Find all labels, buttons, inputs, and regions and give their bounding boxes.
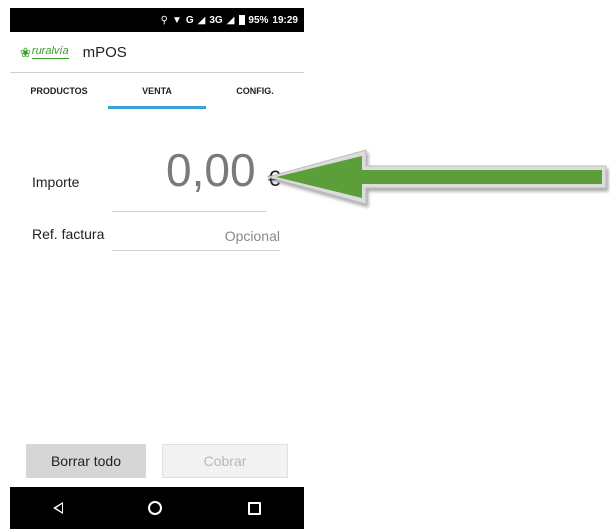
tab-productos[interactable]: PRODUCTOS <box>10 73 108 109</box>
tab-config[interactable]: CONFIG. <box>206 73 304 109</box>
recent-apps-icon[interactable] <box>248 501 262 515</box>
pointer-arrow-icon <box>266 149 607 205</box>
logo-text: ruralvía <box>31 45 69 59</box>
tab-label: PRODUCTOS <box>30 86 88 96</box>
network-label: G <box>185 14 194 26</box>
app-title: mPOS <box>82 43 127 61</box>
amount-value[interactable]: 0,00 <box>166 143 256 197</box>
signal-icon: ◢ <box>197 14 206 26</box>
battery-icon <box>239 15 246 25</box>
home-icon[interactable] <box>148 501 163 515</box>
app-bar: ❀ ruralvía mPOS <box>10 32 304 72</box>
amount-label: Importe <box>32 174 80 190</box>
clear-all-button[interactable]: Borrar todo <box>26 444 146 478</box>
active-tab-indicator <box>108 106 206 109</box>
ruralvia-logo: ❀ ruralvía <box>20 45 69 59</box>
tab-label: VENTA <box>142 86 172 96</box>
ref-input[interactable] <box>112 222 280 251</box>
leaf-icon: ❀ <box>20 44 31 60</box>
back-icon[interactable] <box>52 502 63 514</box>
signal-icon-2: ◢ <box>226 14 235 26</box>
charge-button[interactable]: Cobrar <box>162 444 288 478</box>
location-icon: ⚲ <box>160 14 168 26</box>
clock: 19:29 <box>272 14 298 26</box>
ref-label: Ref. factura <box>32 226 105 242</box>
tab-venta[interactable]: VENTA <box>108 73 206 109</box>
battery-percent: 95% <box>248 14 269 26</box>
tab-bar: PRODUCTOS VENTA CONFIG. <box>10 72 304 109</box>
network-label-2: 3G <box>209 14 223 26</box>
navigation-bar <box>10 487 304 529</box>
amount-underline <box>112 211 266 212</box>
tab-label: CONFIG. <box>236 86 274 96</box>
phone-screen: ⚲ ▼ G ◢ 3G ◢ 95% 19:29 ❀ ruralvía mPOS P… <box>10 8 304 529</box>
wifi-icon: ▼ <box>171 14 182 26</box>
status-bar: ⚲ ▼ G ◢ 3G ◢ 95% 19:29 <box>10 8 304 32</box>
